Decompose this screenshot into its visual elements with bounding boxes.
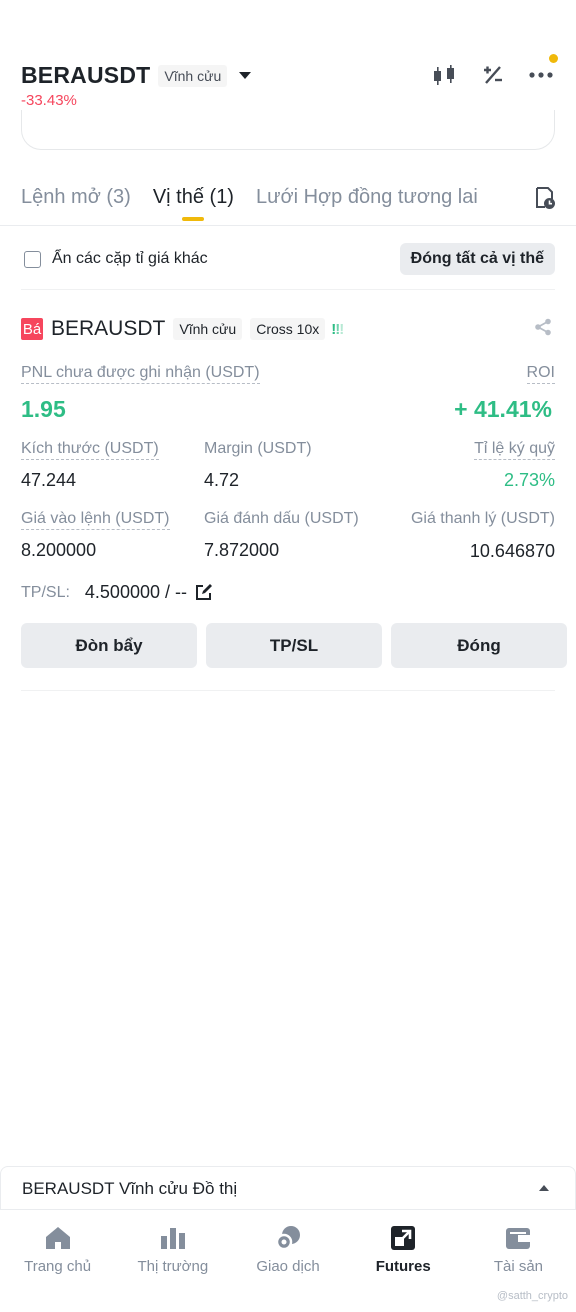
roi-label[interactable]: ROI [526,364,555,384]
tpsl-value: 4.500000 / -- [84,582,187,602]
market-icon [159,1224,187,1252]
tpsl-button[interactable]: TP/SL [206,623,382,668]
more-icon[interactable] [528,54,558,88]
leverage-button[interactable]: Đòn bẩy [21,623,197,668]
roi-value: + 41.41% [454,396,552,422]
nav-label: Trang chủ [24,1258,92,1275]
margin-mode-tag[interactable]: Cross 10x [250,318,326,340]
order-form-edge [21,110,555,150]
margin-value: 4.72 [204,470,240,490]
chart-drawer-toggle[interactable]: BERAUSDT Vĩnh cửu Đồ thị [0,1166,576,1210]
pnl-value: 1.95 [21,396,66,422]
side-badge: Bá [21,318,43,340]
positions-tabs: Lệnh mở (3) Vị thế (1) Lưới Hợp đồng tươ… [21,186,556,228]
filter-row: Ẩn các cặp tỉ giá khác Đóng tất cả vị th… [21,243,555,275]
tab-label: Lệnh mở (3) [21,186,131,208]
mark-price-label: Giá đánh dấu (USDT) [204,510,359,527]
tab-open-orders[interactable]: Lệnh mở (3) [21,186,131,223]
order-history-icon[interactable] [534,186,556,215]
pair-name: BERAUSDT [21,62,151,88]
position-header: Bá BERAUSDT Vĩnh cửu Cross 10x !!! [21,316,555,342]
tab-futures-grid[interactable]: Lưới Hợp đồng tương lai [256,186,478,223]
size-label[interactable]: Kích thước (USDT) [21,440,159,460]
position-actions: Đòn bẩy TP/SL Đóng [21,623,567,668]
contract-type-tag: Vĩnh cửu [173,318,243,340]
futures-icon [389,1224,417,1252]
caret-down-icon [239,72,252,79]
nav-item-home[interactable]: Trang chủ [0,1210,115,1312]
checkbox-label: Ẩn các cặp tỉ giá khác [52,250,208,267]
tpsl-label: TP/SL: [21,583,70,601]
trade-icon [274,1224,302,1252]
tpsl-row: TP/SL: 4.500000 / -- [21,582,212,603]
tab-label: Lưới Hợp đồng tương lai [255,186,478,208]
watermark: @satth_crypto [496,1290,568,1302]
entry-price-label[interactable]: Giá vào lệnh (USDT) [21,510,170,530]
nav-item-market[interactable]: Thị trường [115,1210,230,1312]
edit-icon[interactable] [195,584,212,601]
risk-indicator: !!! [331,320,344,338]
home-icon [44,1224,72,1252]
nav-label: Futures [375,1258,431,1275]
percent-adjust-icon[interactable] [480,62,506,88]
bottom-nav: Trang chủ Thị trường Giao dịch Futures T… [0,1209,576,1312]
pnl-label[interactable]: PNL chưa được ghi nhận (USDT) [21,364,260,384]
notification-dot [549,54,558,63]
price-change: -33.43% [21,92,77,109]
nav-label: Thị trường [137,1258,209,1275]
tab-positions[interactable]: Vị thế (1) [153,186,234,223]
hide-other-pairs-toggle[interactable]: Ẩn các cặp tỉ giá khác [21,250,208,268]
checkbox[interactable] [24,250,41,268]
header-actions [432,54,558,88]
entry-price-value: 8.200000 [21,540,97,560]
size-value: 47.244 [21,470,77,490]
close-all-positions-button[interactable]: Đóng tất cả vị thế [399,243,555,275]
pair-selector[interactable]: BERAUSDT Vĩnh cửu [21,62,252,89]
risk-mark: ! [339,320,344,338]
nav-label: Giao dịch [256,1258,320,1275]
nav-label: Tài sản [493,1258,544,1275]
margin-label: Margin (USDT) [204,440,312,457]
active-tab-indicator [182,217,205,221]
liquidation-price-value: 10.646870 [469,541,555,561]
caret-up-icon [539,1185,549,1191]
nav-item-trade[interactable]: Giao dịch [230,1210,345,1312]
divider [21,690,555,691]
liquidation-price-label: Giá thanh lý (USDT) [410,510,555,527]
margin-ratio-value: 2.73% [503,470,555,490]
header: BERAUSDT Vĩnh cửu -33.43% [0,0,576,125]
position-symbol[interactable]: BERAUSDT [51,317,165,341]
share-icon[interactable] [534,318,552,341]
divider [21,289,555,290]
nav-item-futures[interactable]: Futures [346,1210,461,1312]
tab-label: Vị thế (1) [152,186,234,208]
divider [0,225,576,226]
mark-price-value: 7.872000 [204,540,280,560]
candlestick-icon[interactable] [432,62,458,88]
margin-ratio-label[interactable]: Tỉ lệ ký quỹ [474,440,555,460]
chart-drawer-label: BERAUSDT Vĩnh cửu Đồ thị [22,1179,238,1198]
close-position-button[interactable]: Đóng [391,623,567,668]
wallet-icon [504,1224,532,1252]
contract-type-tag: Vĩnh cửu [158,64,228,87]
